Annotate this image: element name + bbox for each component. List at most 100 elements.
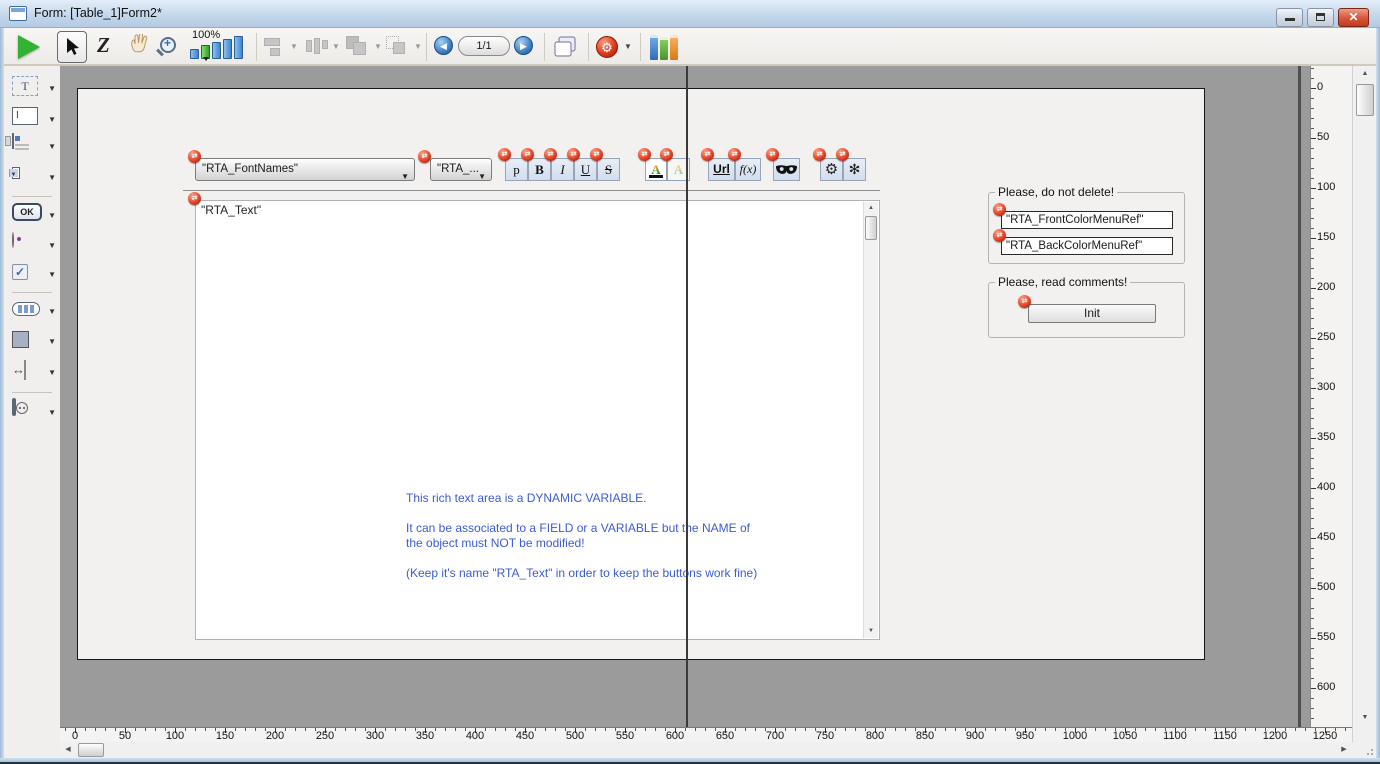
special-button[interactable]: ✻ — [843, 158, 866, 181]
hand-tool-button[interactable] — [126, 34, 150, 66]
italic-button[interactable]: I — [551, 158, 574, 181]
init-button[interactable]: Init — [1028, 304, 1156, 323]
vertical-scroll-thumb[interactable] — [1356, 84, 1374, 116]
rta-scroll-thumb[interactable] — [865, 216, 877, 240]
tabcontrol-tool-caret-icon[interactable]: ▼ — [48, 307, 56, 316]
action-caret-icon[interactable]: ▼ — [624, 42, 632, 51]
settings-button[interactable]: ⚙ — [820, 158, 843, 181]
rta-scroll-down-icon[interactable]: ▼ — [864, 625, 878, 638]
action-menu-button[interactable]: ⚙ — [596, 36, 618, 58]
zoom-bar-50[interactable] — [190, 49, 199, 59]
dynamic-variable-badge-icon: ⇄ — [590, 148, 603, 161]
rta-variable-label: "RTA_Text" — [201, 203, 261, 217]
run-form-button[interactable] — [18, 35, 40, 67]
zoom-bar-200[interactable] — [212, 42, 221, 59]
bold-button[interactable]: B — [528, 158, 551, 181]
url-label: Url — [713, 162, 730, 176]
entry-order-button[interactable]: Z — [97, 33, 110, 65]
titlebar[interactable]: Form: [Table_1]Form2* ✕ — [0, 0, 1380, 28]
scroll-down-icon[interactable]: ▼ — [1355, 710, 1375, 726]
display-list-button[interactable] — [552, 34, 578, 66]
input-tool-button[interactable]: I▼ — [12, 107, 56, 131]
combobox-tool-caret-icon[interactable]: ▼ — [48, 173, 56, 182]
scroll-left-icon[interactable]: ◀ — [60, 742, 76, 758]
rectangle-tool-caret-icon[interactable]: ▼ — [48, 337, 56, 346]
splitter-tool-caret-icon[interactable]: ▼ — [48, 368, 56, 377]
front-color-menu-field[interactable]: "RTA_FrontColorMenuRef" — [1001, 211, 1173, 229]
checkbox-tool-button[interactable]: ✓▼ — [12, 262, 56, 286]
rich-text-area[interactable]: "RTA_Text" This rich text area is a DYNA… — [195, 200, 880, 640]
distribute-caret-icon[interactable]: ▼ — [332, 42, 340, 51]
listbox-tool-button[interactable]: ▼ — [12, 134, 56, 158]
dynamic-variable-badge-icon: ⇄ — [188, 150, 201, 163]
h-ruler-label: 1200 — [1260, 730, 1290, 742]
dynamic-variable-badge-icon: ⇄ — [418, 150, 431, 163]
underline-button[interactable]: U — [574, 158, 597, 181]
resize-grip[interactable] — [1352, 742, 1376, 758]
close-button[interactable]: ✕ — [1338, 8, 1369, 27]
zoom-tool-button[interactable] — [160, 37, 176, 69]
checkbox-tool-caret-icon[interactable]: ▼ — [48, 270, 56, 279]
ruler-vertical: 050100150200250300350400450500550600 — [1310, 66, 1352, 727]
previous-page-button[interactable]: ◀ — [434, 36, 453, 55]
back-color-menu-field[interactable]: "RTA_BackColorMenuRef" — [1001, 237, 1173, 255]
text-tool-caret-icon[interactable]: ▼ — [48, 84, 56, 93]
zoom-bars[interactable] — [190, 36, 243, 59]
vertical-scrollbar[interactable]: ▲ ▼ — [1352, 66, 1376, 742]
v-ruler-label: 250 — [1317, 331, 1335, 343]
input-tool-caret-icon[interactable]: ▼ — [48, 115, 56, 124]
scroll-up-icon[interactable]: ▲ — [1355, 66, 1375, 82]
align-button[interactable] — [264, 36, 286, 68]
distribute-button[interactable] — [304, 36, 328, 68]
mask-button[interactable] — [773, 158, 800, 181]
font-names-dropdown[interactable]: "RTA_FontNames"▼ — [195, 158, 415, 181]
zoom-bar-400[interactable] — [223, 39, 232, 59]
horizontal-scrollbar[interactable]: ◀ ▶ — [60, 742, 1352, 758]
group-do-not-delete: Please, do not delete! "RTA_FrontColorMe… — [988, 192, 1185, 264]
rta-comment-text: This rich text area is a DYNAMIC VARIABL… — [406, 491, 768, 596]
rta-scroll-up-icon[interactable]: ▲ — [864, 202, 878, 215]
text-tool-button[interactable]: T▼ — [12, 76, 56, 100]
display-list-icon — [552, 34, 578, 60]
maximize-button[interactable] — [1307, 8, 1334, 27]
formula-button[interactable]: f(x) — [735, 158, 761, 181]
dynamic-variable-badge-icon: ⇄ — [728, 148, 741, 161]
rectangle-tool-button[interactable]: ▼ — [12, 329, 56, 353]
level-button[interactable] — [346, 34, 370, 66]
horizontal-scroll-thumb[interactable] — [78, 743, 104, 757]
plugin-tool-caret-icon[interactable]: ▼ — [48, 408, 56, 417]
next-page-button[interactable]: ▶ — [514, 36, 533, 55]
align-caret-icon[interactable]: ▼ — [290, 42, 298, 51]
listbox-tool-caret-icon[interactable]: ▼ — [48, 142, 56, 151]
button-tool-caret-icon[interactable]: ▼ — [48, 211, 56, 220]
zoom-bar-800[interactable] — [234, 36, 243, 59]
tabcontrol-tool-button[interactable]: ▼ — [12, 299, 56, 323]
pointer-tool-button[interactable] — [57, 31, 87, 63]
radio-tool-button[interactable]: ▼ — [12, 233, 56, 257]
scroll-right-icon[interactable]: ▶ — [1336, 742, 1352, 758]
strikethrough-button[interactable]: S — [597, 158, 620, 181]
rta-scrollbar[interactable]: ▲ ▼ — [863, 202, 878, 638]
combobox-tool-button[interactable]: I▼▼ — [12, 165, 56, 189]
v-ruler-label: 300 — [1317, 381, 1335, 393]
font-color-button[interactable]: A — [645, 158, 667, 181]
h-ruler-label: 100 — [160, 730, 190, 742]
url-button[interactable]: Url — [708, 158, 735, 181]
button-tool-button[interactable]: OK▼ — [12, 203, 56, 227]
paragraph-button[interactable]: p — [505, 158, 528, 181]
form-design-canvas[interactable]: "RTA_FontNames"▼ "RTA_...▼ p B I U S A A… — [60, 66, 1310, 727]
form-width-limit-line[interactable] — [686, 66, 688, 727]
v-ruler-label: 50 — [1317, 131, 1329, 143]
radio-tool-caret-icon[interactable]: ▼ — [48, 241, 56, 250]
group-caret-icon[interactable]: ▼ — [414, 42, 422, 51]
splitter-tool-button[interactable]: ↔▼ — [12, 360, 56, 384]
plugin-tool-button[interactable]: ▼ — [12, 400, 56, 424]
level-caret-icon[interactable]: ▼ — [374, 42, 382, 51]
zoom-bar-100[interactable] — [201, 45, 210, 59]
zoom-level-widget[interactable]: 100% — [190, 29, 250, 61]
group-button[interactable] — [386, 34, 410, 66]
checkbox-tool-icon: ✓ — [12, 264, 28, 280]
library-button[interactable] — [650, 34, 684, 60]
minimize-button[interactable] — [1276, 8, 1303, 27]
font-style-dropdown[interactable]: "RTA_...▼ — [430, 158, 492, 181]
